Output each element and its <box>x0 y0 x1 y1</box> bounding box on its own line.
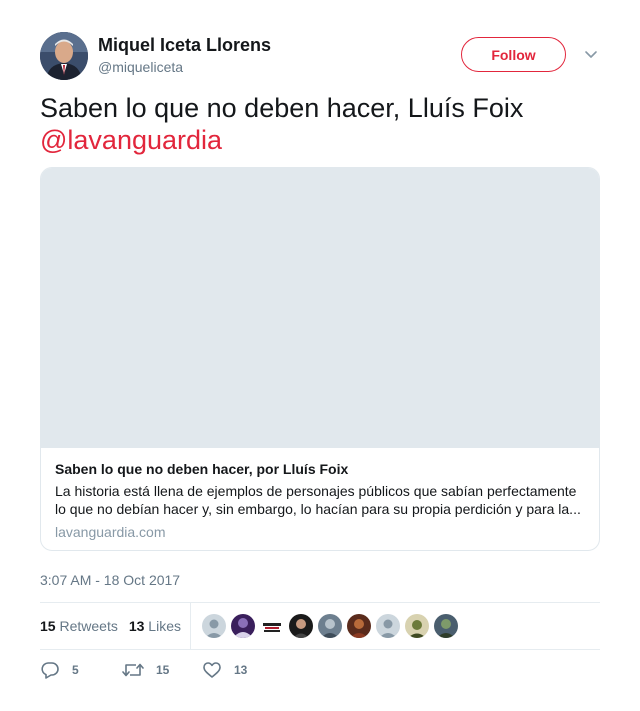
card-image[interactable] <box>41 168 599 448</box>
liker-avatar[interactable] <box>202 614 226 638</box>
tweet-timestamp[interactable]: 3:07 AM - 18 Oct 2017 <box>40 571 180 589</box>
tweet-header: Miquel Iceta Llorens @miqueliceta Follow <box>40 32 600 82</box>
follow-button[interactable]: Follow <box>461 37 566 72</box>
card-body: Saben lo que no deben hacer, por Lluís F… <box>41 448 599 541</box>
tweet-text: Saben lo que no deben hacer, Lluís Foix … <box>40 92 600 156</box>
like-count: 13 <box>234 663 248 677</box>
heart-icon <box>203 662 221 678</box>
liker-avatar[interactable] <box>405 614 429 638</box>
chevron-down-icon[interactable] <box>583 46 599 62</box>
reply-icon <box>41 662 59 679</box>
display-name[interactable]: Miquel Iceta Llorens <box>98 34 271 56</box>
like-button[interactable]: 13 <box>202 660 282 680</box>
retweets-stat[interactable]: 15 Retweets <box>40 618 118 634</box>
retweet-icon <box>122 663 144 677</box>
retweet-count: 15 <box>156 663 170 677</box>
tweet-text-body: Saben lo que no deben hacer, Lluís Foix <box>40 93 524 123</box>
likes-label: Likes <box>148 618 181 634</box>
liker-avatar[interactable] <box>231 614 255 638</box>
card-description-line: La historia está llena de ejemplos de pe… <box>55 483 577 499</box>
likes-count: 13 <box>128 618 145 634</box>
reply-count: 5 <box>72 663 79 677</box>
likes-stat[interactable]: 13 Likes <box>129 618 181 634</box>
stat-counts: 15 Retweets 13 Likes <box>40 603 191 649</box>
card-description-line: lo que no debían hacer y, sin embargo, l… <box>55 501 581 517</box>
retweet-button[interactable]: 15 <box>122 660 202 680</box>
tweet-stats: 15 Retweets 13 Likes <box>40 602 600 650</box>
liker-avatars <box>202 614 463 638</box>
card-domain: lavanguardia.com <box>55 524 166 540</box>
liker-avatar[interactable] <box>318 614 342 638</box>
author-names: Miquel Iceta Llorens @miqueliceta <box>98 34 271 77</box>
profile-photo-icon <box>40 32 88 80</box>
liker-avatar[interactable] <box>260 614 284 638</box>
mention-link[interactable]: @lavanguardia <box>40 125 222 155</box>
handle[interactable]: @miqueliceta <box>98 57 271 77</box>
liker-avatar[interactable] <box>347 614 371 638</box>
avatar[interactable] <box>40 32 88 80</box>
retweets-count: 15 <box>40 618 56 634</box>
liker-avatar[interactable] <box>376 614 400 638</box>
card-description: La historia está llena de ejemplos de pe… <box>55 482 585 518</box>
card-title: Saben lo que no deben hacer, por Lluís F… <box>55 461 349 477</box>
tweet-actions: 5 15 13 <box>40 660 282 680</box>
liker-avatar[interactable] <box>434 614 458 638</box>
retweets-label: Retweets <box>59 618 118 634</box>
link-card[interactable]: Saben lo que no deben hacer, por Lluís F… <box>40 167 600 551</box>
liker-avatar[interactable] <box>289 614 313 638</box>
reply-button[interactable]: 5 <box>40 660 122 680</box>
